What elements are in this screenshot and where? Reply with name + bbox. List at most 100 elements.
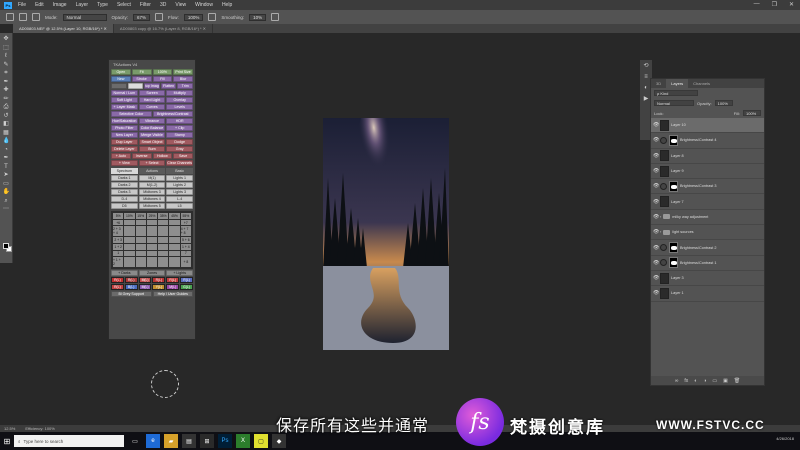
action-button[interactable]: Inverse	[131, 153, 152, 159]
eye-icon[interactable]: 👁	[653, 122, 659, 128]
layer-row[interactable]: 👁 Brightness/Contrast 3	[651, 179, 764, 195]
action-button[interactable]: + Auto	[111, 153, 131, 159]
color-chip[interactable]: B(L)	[124, 284, 138, 290]
more-tools-icon[interactable]: ⋯	[3, 206, 10, 212]
layer-row[interactable]: 👁 Brightness/Contrast 2	[651, 240, 764, 256]
move-tool-icon[interactable]: ✥	[3, 36, 10, 42]
action-button[interactable]: Fit	[131, 69, 152, 75]
zone-cell[interactable]	[135, 243, 146, 250]
menu-type[interactable]: Type	[97, 2, 108, 8]
brush-tool-icon[interactable]	[6, 13, 14, 21]
action-button[interactable]: Darks 1	[111, 175, 138, 181]
zone-cell[interactable]	[146, 257, 158, 267]
footer-button[interactable]: Help / User Guides	[152, 291, 193, 297]
action-button[interactable]: Lights 2	[166, 182, 194, 188]
action-button[interactable]: + Clip	[166, 125, 194, 131]
action-button[interactable]: New	[111, 76, 131, 82]
action-button[interactable]: Normal / Lum	[111, 90, 138, 96]
action-button[interactable]: M(1)	[138, 175, 166, 181]
color-chip[interactable]: M(L)	[138, 277, 152, 283]
close-button[interactable]: ✕	[789, 1, 794, 8]
color-chip[interactable]: R(L)	[111, 277, 124, 283]
zone-cell[interactable]: + 1 + 2	[113, 257, 124, 267]
eye-icon[interactable]: 👁	[653, 199, 659, 205]
action-button[interactable]: Midtones 3	[138, 189, 166, 195]
add-mask-icon[interactable]: ◐	[694, 378, 697, 384]
zone-cell[interactable]	[169, 243, 180, 250]
menu-filter[interactable]: Filter	[140, 2, 151, 8]
layer-row[interactable]: 👁 Layer 8	[651, 149, 764, 164]
zone-cell[interactable]	[169, 237, 180, 243]
zone-cell[interactable]	[124, 237, 135, 243]
link-layers-icon[interactable]: ∞	[675, 378, 679, 384]
footer-button[interactable]: Bl Grey Support	[111, 291, 152, 297]
zone-cell[interactable]	[158, 237, 169, 243]
action-button[interactable]: Photo Filter	[111, 125, 138, 131]
layer-row[interactable]: 👁 Layer 3	[651, 271, 764, 287]
zone-cell[interactable]	[146, 250, 158, 257]
document-canvas-image[interactable]	[323, 118, 449, 350]
eye-icon[interactable]: 👁	[653, 290, 659, 296]
action-button[interactable]: + Darks	[111, 270, 138, 276]
shape-tool-icon[interactable]: ▭	[3, 181, 10, 187]
layer-row[interactable]: 👁 Layer 10	[651, 118, 764, 134]
zone-cell[interactable]	[146, 226, 158, 237]
action-button[interactable]: + View	[111, 160, 138, 166]
action-button[interactable]: Overlay	[166, 97, 194, 103]
gradient-icon[interactable]: ▦	[3, 130, 10, 136]
zone-cell[interactable]: 25%	[146, 213, 158, 219]
eye-icon[interactable]: 👁	[653, 183, 659, 189]
zone-cell[interactable]	[124, 243, 135, 250]
layer-mask-thumbnail[interactable]	[669, 257, 678, 269]
group-icon[interactable]: ▭	[712, 378, 717, 384]
layer-opacity-field[interactable]: 100%	[714, 100, 733, 106]
zone-cell[interactable]	[169, 250, 180, 257]
action-button[interactable]: Merge Visible	[138, 132, 166, 138]
menu-3d[interactable]: 3D	[160, 2, 166, 8]
color-chip[interactable]: R(L)	[152, 277, 166, 283]
zoom-tool-icon[interactable]: ⌕	[3, 198, 10, 204]
blend-mode-select[interactable]: Normal	[654, 100, 694, 106]
eye-icon[interactable]: 👁	[653, 214, 659, 220]
lasso-tool-icon[interactable]: ℓ	[3, 53, 10, 59]
maximize-button[interactable]: ❐	[772, 1, 777, 8]
action-button[interactable]	[111, 83, 127, 89]
action-button[interactable]: Stamp	[166, 132, 194, 138]
layer-row[interactable]: 👁 › light sources	[651, 225, 764, 241]
action-button[interactable]: Hollow	[152, 153, 173, 159]
eye-icon[interactable]: 👁	[653, 137, 659, 143]
zone-cell[interactable]	[158, 257, 169, 267]
action-button[interactable]: Levels	[166, 104, 194, 110]
action-button[interactable]: Lights 1	[166, 175, 194, 181]
action-button[interactable]: L5	[166, 203, 194, 209]
action-button[interactable]: Trim	[177, 83, 193, 89]
eye-icon[interactable]: 👁	[653, 275, 659, 281]
menu-help[interactable]: Help	[222, 2, 232, 8]
action-button[interactable]: Flatten	[160, 83, 177, 89]
doc-tab-1[interactable]: AD00803.NEF @ 12.5% (Layer 10, RGB/16*) …	[13, 24, 114, 33]
doc-tab-2[interactable]: AD00803 copy @ 16.7% (Layer 8, RGB/16*) …	[114, 24, 214, 33]
mode-select[interactable]: Normal	[62, 13, 107, 21]
eye-icon[interactable]: 👁	[653, 245, 659, 251]
flow-field[interactable]: 100%	[183, 13, 204, 21]
color-chip[interactable]: Y(L)	[152, 284, 166, 290]
hand-tool-icon[interactable]: ✋	[3, 189, 10, 195]
action-button[interactable]: 100%	[152, 69, 173, 75]
action-button[interactable]: Print Size	[173, 69, 193, 75]
photoshop-taskbar-icon[interactable]: Ps	[218, 434, 232, 448]
color-chip[interactable]: G(L)	[180, 284, 193, 290]
action-button[interactable]: M(1-2)	[138, 182, 166, 188]
color-chip[interactable]: M(L)	[138, 284, 152, 290]
action-button[interactable]: Gray	[166, 146, 194, 152]
action-button[interactable]: Curves	[138, 104, 166, 110]
zone-cell[interactable]: 4 + 7 + 8	[180, 226, 191, 237]
action-button[interactable]: Burn	[138, 146, 166, 152]
zone-cell[interactable]: +6	[113, 219, 124, 226]
taskbar-search[interactable]: ⌕ Type here to search	[14, 435, 124, 447]
minimize-button[interactable]: —	[754, 1, 760, 8]
expand-arrow-icon[interactable]: ›	[660, 215, 661, 219]
action-button[interactable]: Save	[173, 153, 193, 159]
brush-settings-icon[interactable]	[32, 13, 40, 21]
clock[interactable]: 4/26/2018	[776, 436, 794, 441]
zone-cell[interactable]	[158, 243, 169, 250]
